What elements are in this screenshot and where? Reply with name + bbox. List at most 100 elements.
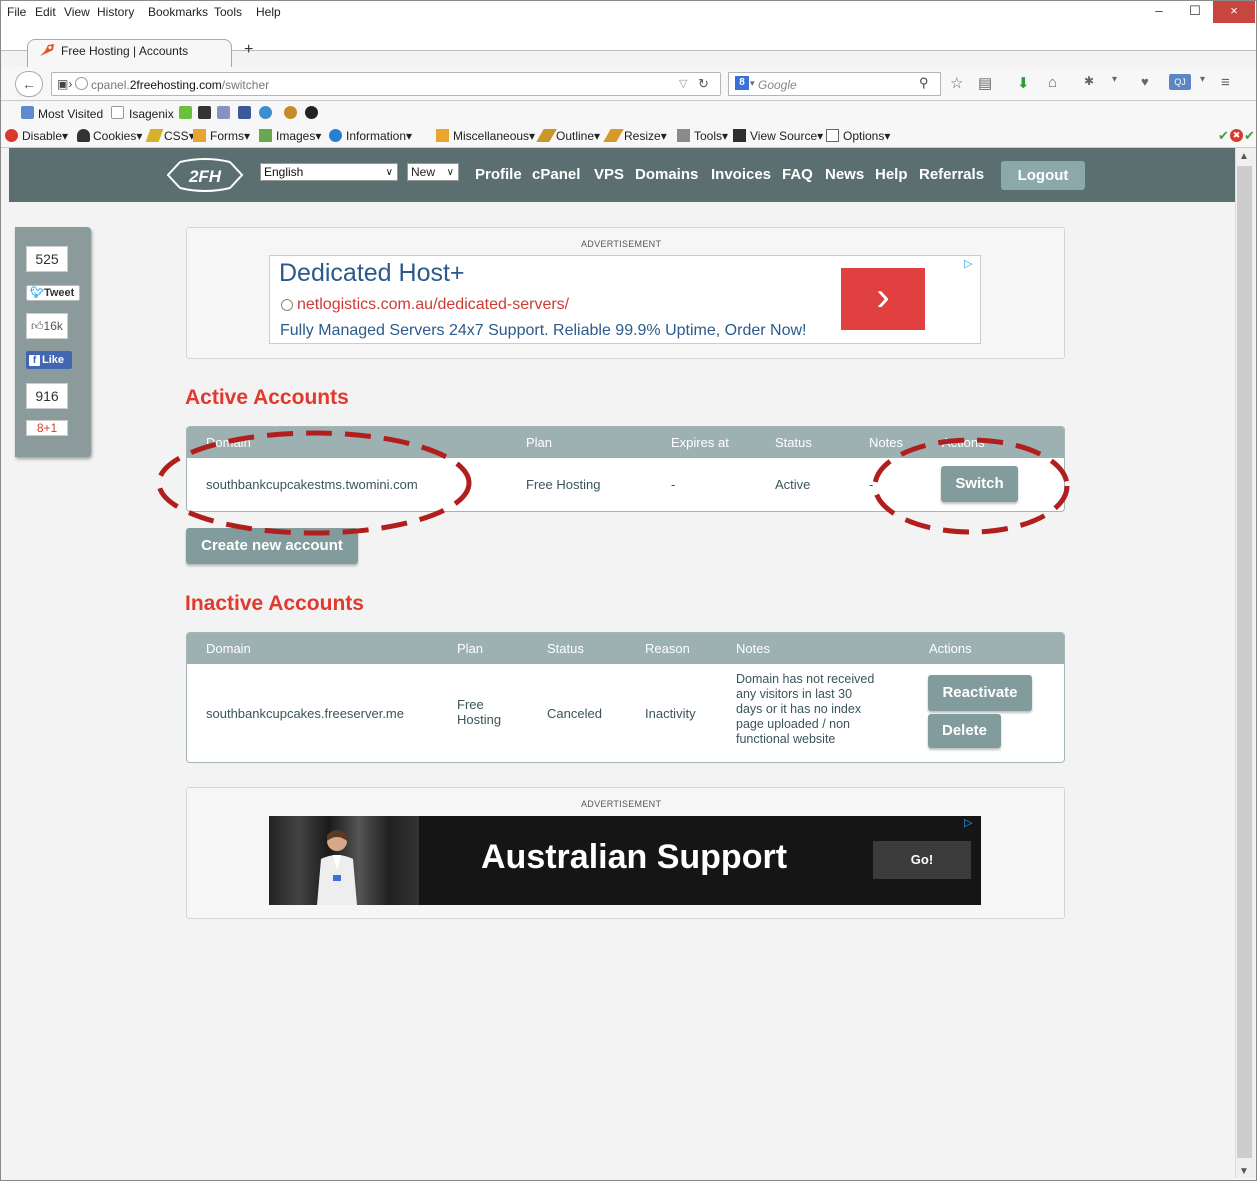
ad-description[interactable]: Fully Managed Servers 24x7 Support. Reli… [280,322,806,340]
col-reason: Reason [645,641,690,656]
logout-button[interactable]: Logout [1001,161,1085,190]
inactive-accounts-heading: Inactive Accounts [185,592,364,615]
col-plan: Plan [526,435,553,450]
switch-button[interactable]: Switch [941,466,1018,502]
hamburger-menu-icon[interactable]: ≡ [1221,74,1230,91]
check-icon: ✔ [1244,128,1255,143]
reload-icon[interactable]: ↻ [698,76,709,92]
bookmark-isagenix[interactable]: Isagenix [129,107,174,121]
download-icon[interactable]: ⬇ [1017,74,1030,92]
nav-vps[interactable]: VPS [594,166,624,183]
inactive-reason: Inactivity [645,706,696,721]
menu-file[interactable]: File [7,5,26,19]
adchoices-icon[interactable]: ▷ [964,257,972,270]
menu-tools[interactable]: Tools [214,5,242,19]
bookmark-icon-2[interactable] [198,106,211,119]
scroll-up-icon[interactable]: ▲ [1239,151,1249,162]
scroll-down-icon[interactable]: ▼ [1239,1166,1249,1177]
images-icon [259,129,272,142]
dev-tools[interactable]: Tools▾ [694,129,728,143]
nav-faq[interactable]: FAQ [782,166,813,183]
nav-help[interactable]: Help [875,166,908,183]
minimize-button[interactable]: – [1141,1,1177,23]
url-text[interactable]: cpanel.2freehosting.com/switcher [91,78,269,92]
engine-dropdown-icon[interactable]: ▾ [750,78,755,89]
home-icon[interactable]: ⌂ [1048,74,1057,91]
ad-go-button[interactable]: Go! [873,841,971,879]
facebook-like-button[interactable]: f Like [26,351,72,369]
extension-icon[interactable]: ♥ [1141,74,1149,89]
url-dropdown-icon[interactable]: ▽ [679,77,687,90]
bookmark-icon-5[interactable] [305,106,318,119]
cookies-icon [77,129,90,142]
nav-cpanel[interactable]: cPanel [532,166,580,183]
ad-url[interactable]: netlogistics.com.au/dedicated-servers/ [297,296,569,314]
menu-history[interactable]: History [97,5,134,19]
tools-icon [677,129,690,142]
dev-css[interactable]: CSS▾ [164,129,195,143]
dev-view-source[interactable]: View Source▾ [750,129,823,143]
col-notes: Notes [869,435,903,450]
page-info-icon[interactable]: ▣› [57,77,72,91]
menu-help[interactable]: Help [256,5,281,19]
addon-dropdown-icon[interactable]: ▾ [1112,74,1117,85]
facebook-bookmark-icon[interactable] [238,106,251,119]
reading-list-icon[interactable]: ▤ [978,74,992,92]
create-new-account-button[interactable]: Create new account [186,528,358,564]
dev-resize[interactable]: Resize▾ [624,129,667,143]
extension-dropdown-icon[interactable]: ▾ [1200,74,1205,85]
error-icon: ✖ [1230,129,1243,142]
nav-news[interactable]: News [825,166,864,183]
menu-view[interactable]: View [64,5,90,19]
close-button[interactable]: × [1213,1,1255,23]
bookmark-most-visited[interactable]: Most Visited [38,107,103,121]
globe-icon [75,77,88,90]
ad-label: ADVERTISEMENT [581,239,662,249]
nav-referrals[interactable]: Referrals [919,166,984,183]
dev-cookies[interactable]: Cookies▾ [93,129,142,143]
col-plan: Plan [457,641,484,656]
reactivate-button[interactable]: Reactivate [928,675,1032,711]
delete-button[interactable]: Delete [928,714,1001,748]
dev-forms[interactable]: Forms▾ [210,129,250,143]
dev-outline[interactable]: Outline▾ [556,129,600,143]
col-status: Status [775,435,812,450]
extension-badge-icon[interactable]: QJ [1169,74,1191,90]
nav-profile[interactable]: Profile [475,166,522,183]
ad-title[interactable]: Australian Support [481,838,787,877]
menu-edit[interactable]: Edit [35,5,56,19]
scrollbar-thumb[interactable] [1237,166,1252,1158]
bookmark-star-icon[interactable]: ☆ [950,74,963,92]
back-button[interactable]: ← [15,71,43,97]
language-select[interactable]: English ∨ [260,163,398,181]
search-placeholder: Google [758,78,797,92]
support-person-image[interactable] [307,825,367,905]
dev-options[interactable]: Options▾ [843,129,890,143]
col-actions: Actions [929,641,972,656]
inactive-status: Canceled [547,706,602,721]
adchoices-icon[interactable]: ▷ [964,816,972,829]
nav-invoices[interactable]: Invoices [711,166,771,183]
search-icon[interactable]: ⚲ [919,75,929,91]
bookmark-icon-3[interactable] [259,106,272,119]
ad-go-arrow-button[interactable]: › [841,268,925,330]
dev-information[interactable]: Information▾ [346,129,412,143]
site-logo[interactable]: 2FH [166,158,244,192]
addon-icon[interactable]: ✱ [1084,74,1094,88]
bookmark-icon-4[interactable] [284,106,297,119]
ad-title[interactable]: Dedicated Host+ [279,259,465,288]
new-select[interactable]: New ∨ [407,163,459,181]
gplus-button[interactable]: 8+1 [26,420,68,436]
maximize-button[interactable]: ☐ [1177,1,1213,23]
nav-domains[interactable]: Domains [635,166,698,183]
dev-images[interactable]: Images▾ [276,129,321,143]
google-engine-icon[interactable]: 8 [735,76,749,90]
bookmark-icon-1[interactable] [179,106,192,119]
php-icon[interactable] [217,106,230,119]
dev-miscellaneous[interactable]: Miscellaneous▾ [453,129,535,143]
menu-bookmarks[interactable]: Bookmarks [148,5,208,19]
dev-disable[interactable]: Disable▾ [22,129,68,143]
tweet-button[interactable]: 🐦︎Tweet [26,285,80,301]
browser-window: File Edit View History Bookmarks Tools H… [0,0,1257,1181]
new-tab-button[interactable]: + [244,41,253,59]
